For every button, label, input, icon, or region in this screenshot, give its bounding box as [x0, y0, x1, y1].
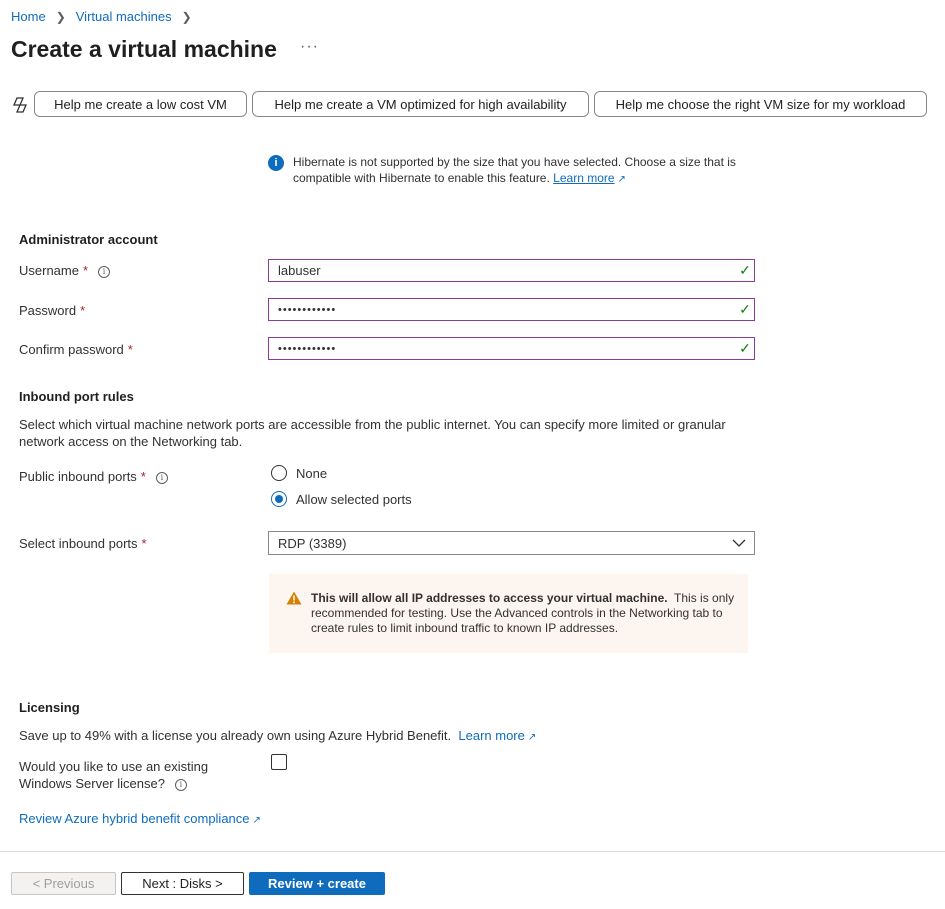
administrator-account-heading: Administrator account	[19, 232, 158, 247]
required-mark: *	[141, 536, 147, 551]
username-value: labuser	[278, 263, 321, 278]
page-title: Create a virtual machine	[11, 36, 277, 62]
password-label-text: Password	[19, 303, 77, 318]
suggestion-high-availability-vm[interactable]: Help me create a VM optimized for high a…	[252, 91, 589, 117]
breadcrumb: Home ❯ Virtual machines ❯	[11, 9, 202, 24]
confirm-password-label-text: Confirm password	[19, 342, 124, 357]
required-mark: *	[82, 263, 89, 278]
windows-license-question-line1: Would you like to use an existing	[19, 759, 209, 774]
confirm-password-value: ••••••••••••	[278, 342, 337, 355]
hibernate-info-text: Hibernate is not supported by the size t…	[293, 155, 736, 185]
checkmark-icon: ✓	[739, 301, 751, 317]
confirm-password-label: Confirm password *	[19, 342, 133, 357]
select-inbound-ports-dropdown[interactable]: RDP (3389)	[268, 531, 755, 555]
info-icon: i	[268, 155, 284, 171]
external-link-icon: ↗	[252, 815, 261, 826]
chevron-right-icon: ❯	[55, 9, 66, 24]
radio-none-label[interactable]: None	[296, 466, 327, 481]
warning-text: This will allow all IP addresses to acce…	[311, 591, 741, 636]
public-inbound-ports-label-text: Public inbound ports	[19, 469, 137, 484]
hibernate-info-message: Hibernate is not supported by the size t…	[293, 154, 743, 188]
external-link-icon: ↗	[527, 732, 537, 743]
username-label: Username * i	[19, 263, 111, 278]
warning-icon	[286, 591, 302, 605]
compliance-link-row: Review Azure hybrid benefit compliance ↗	[19, 811, 261, 826]
copilot-icon	[13, 97, 27, 113]
next-disks-button[interactable]: Next : Disks >	[121, 872, 244, 895]
more-options-icon[interactable]: ···	[300, 38, 319, 56]
info-icon[interactable]: i	[155, 472, 168, 484]
required-mark: *	[80, 303, 86, 318]
public-inbound-ports-label: Public inbound ports * i	[19, 469, 168, 484]
select-inbound-ports-label: Select inbound ports *	[19, 536, 147, 551]
checkmark-icon: ✓	[739, 340, 751, 356]
licensing-description: Save up to 49% with a license you alread…	[19, 728, 536, 743]
hybrid-benefit-compliance-link[interactable]: Review Azure hybrid benefit compliance	[19, 811, 250, 826]
radio-allow-selected-ports[interactable]	[271, 491, 287, 507]
inbound-description: Select which virtual machine network por…	[19, 417, 726, 449]
windows-license-checkbox[interactable]	[271, 754, 287, 770]
chevron-right-icon: ❯	[181, 9, 192, 24]
info-icon[interactable]: i	[174, 779, 187, 791]
password-value: ••••••••••••	[278, 303, 337, 316]
hibernate-learn-more-link[interactable]: Learn more	[553, 171, 614, 185]
select-inbound-ports-value: RDP (3389)	[278, 535, 347, 551]
username-field[interactable]: labuser ✓	[268, 259, 755, 282]
info-icon[interactable]: i	[98, 266, 111, 278]
radio-allow-selected-ports-label[interactable]: Allow selected ports	[296, 492, 412, 507]
password-label: Password *	[19, 303, 85, 318]
select-inbound-ports-label-text: Select inbound ports	[19, 536, 138, 551]
footer-divider	[0, 851, 945, 852]
suggestion-low-cost-vm[interactable]: Help me create a low cost VM	[34, 91, 247, 117]
licensing-description-text: Save up to 49% with a license you alread…	[19, 728, 452, 743]
windows-license-question-line2: Windows Server license?	[19, 776, 165, 791]
external-link-icon: ↗	[617, 174, 626, 185]
licensing-learn-more-link[interactable]: Learn more	[458, 728, 524, 743]
password-field[interactable]: •••••••••••• ✓	[268, 298, 755, 321]
checkmark-icon: ✓	[739, 262, 751, 278]
review-create-button[interactable]: Review + create	[249, 872, 385, 895]
confirm-password-field[interactable]: •••••••••••• ✓	[268, 337, 755, 360]
previous-button[interactable]: < Previous	[11, 872, 116, 895]
windows-license-question: Would you like to use an existing Window…	[19, 758, 208, 792]
required-mark: *	[140, 469, 146, 484]
radio-none[interactable]	[271, 465, 287, 481]
licensing-heading: Licensing	[19, 700, 80, 715]
chevron-down-icon	[732, 539, 746, 547]
breadcrumb-home[interactable]: Home	[11, 9, 46, 24]
warning-bold-text: This will allow all IP addresses to acce…	[311, 591, 668, 605]
suggestion-vm-size[interactable]: Help me choose the right VM size for my …	[594, 91, 927, 117]
breadcrumb-virtual-machines[interactable]: Virtual machines	[76, 9, 172, 24]
required-mark: *	[127, 342, 133, 357]
inbound-port-rules-heading: Inbound port rules	[19, 389, 134, 404]
username-label-text: Username	[19, 263, 79, 278]
